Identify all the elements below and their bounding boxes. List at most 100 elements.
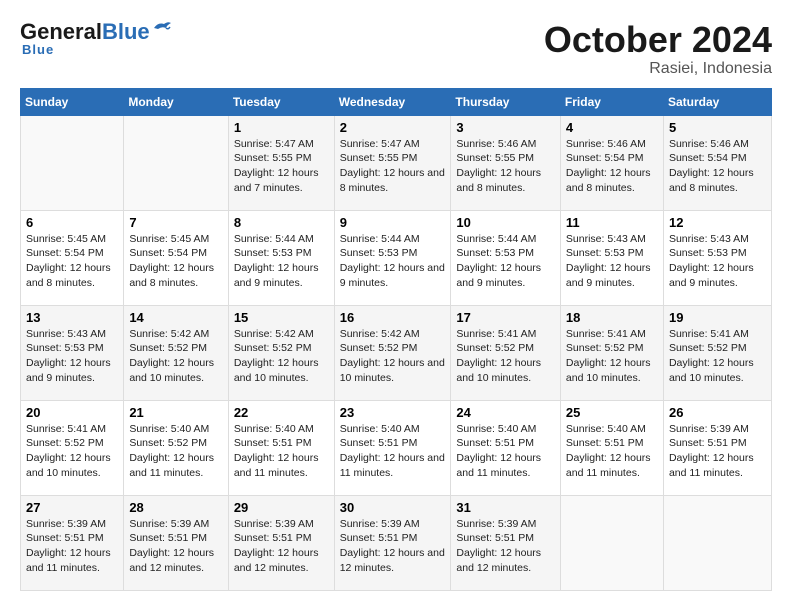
day-info: Sunrise: 5:40 AMSunset: 5:52 PMDaylight:… [129,423,214,479]
logo-general: General [20,19,102,44]
table-row: 19 Sunrise: 5:41 AMSunset: 5:52 PMDaylig… [663,305,771,400]
day-info: Sunrise: 5:47 AMSunset: 5:55 PMDaylight:… [340,138,445,194]
table-row [560,495,663,590]
table-row: 21 Sunrise: 5:40 AMSunset: 5:52 PMDaylig… [124,400,228,495]
day-info: Sunrise: 5:46 AMSunset: 5:55 PMDaylight:… [456,138,541,194]
table-row: 8 Sunrise: 5:44 AMSunset: 5:53 PMDayligh… [228,210,334,305]
table-row: 10 Sunrise: 5:44 AMSunset: 5:53 PMDaylig… [451,210,561,305]
calendar-week-row: 20 Sunrise: 5:41 AMSunset: 5:52 PMDaylig… [21,400,772,495]
day-info: Sunrise: 5:42 AMSunset: 5:52 PMDaylight:… [234,328,319,384]
header-wednesday: Wednesday [334,88,451,115]
day-number: 13 [26,310,118,325]
table-row: 11 Sunrise: 5:43 AMSunset: 5:53 PMDaylig… [560,210,663,305]
table-row: 20 Sunrise: 5:41 AMSunset: 5:52 PMDaylig… [21,400,124,495]
day-info: Sunrise: 5:47 AMSunset: 5:55 PMDaylight:… [234,138,319,194]
table-row: 5 Sunrise: 5:46 AMSunset: 5:54 PMDayligh… [663,115,771,210]
day-info: Sunrise: 5:39 AMSunset: 5:51 PMDaylight:… [129,518,214,574]
day-info: Sunrise: 5:40 AMSunset: 5:51 PMDaylight:… [566,423,651,479]
table-row: 4 Sunrise: 5:46 AMSunset: 5:54 PMDayligh… [560,115,663,210]
day-info: Sunrise: 5:41 AMSunset: 5:52 PMDaylight:… [456,328,541,384]
logo: GeneralBlue Blue [20,20,172,57]
day-info: Sunrise: 5:39 AMSunset: 5:51 PMDaylight:… [26,518,111,574]
day-info: Sunrise: 5:41 AMSunset: 5:52 PMDaylight:… [566,328,651,384]
day-number: 11 [566,215,658,230]
day-number: 30 [340,500,446,515]
day-info: Sunrise: 5:39 AMSunset: 5:51 PMDaylight:… [340,518,445,574]
table-row: 27 Sunrise: 5:39 AMSunset: 5:51 PMDaylig… [21,495,124,590]
day-info: Sunrise: 5:39 AMSunset: 5:51 PMDaylight:… [234,518,319,574]
table-row: 17 Sunrise: 5:41 AMSunset: 5:52 PMDaylig… [451,305,561,400]
table-row: 7 Sunrise: 5:45 AMSunset: 5:54 PMDayligh… [124,210,228,305]
table-row: 22 Sunrise: 5:40 AMSunset: 5:51 PMDaylig… [228,400,334,495]
day-number: 10 [456,215,555,230]
day-info: Sunrise: 5:44 AMSunset: 5:53 PMDaylight:… [456,233,541,289]
day-info: Sunrise: 5:39 AMSunset: 5:51 PMDaylight:… [669,423,754,479]
day-number: 26 [669,405,766,420]
calendar-week-row: 1 Sunrise: 5:47 AMSunset: 5:55 PMDayligh… [21,115,772,210]
header-sunday: Sunday [21,88,124,115]
day-info: Sunrise: 5:40 AMSunset: 5:51 PMDaylight:… [340,423,445,479]
day-info: Sunrise: 5:41 AMSunset: 5:52 PMDaylight:… [669,328,754,384]
day-number: 5 [669,120,766,135]
table-row: 9 Sunrise: 5:44 AMSunset: 5:53 PMDayligh… [334,210,451,305]
day-number: 19 [669,310,766,325]
title-area: October 2024 Rasiei, Indonesia [544,20,772,78]
day-number: 22 [234,405,329,420]
calendar-week-row: 6 Sunrise: 5:45 AMSunset: 5:54 PMDayligh… [21,210,772,305]
table-row: 28 Sunrise: 5:39 AMSunset: 5:51 PMDaylig… [124,495,228,590]
table-row: 13 Sunrise: 5:43 AMSunset: 5:53 PMDaylig… [21,305,124,400]
day-number: 17 [456,310,555,325]
day-number: 31 [456,500,555,515]
header-thursday: Thursday [451,88,561,115]
day-info: Sunrise: 5:42 AMSunset: 5:52 PMDaylight:… [129,328,214,384]
table-row: 30 Sunrise: 5:39 AMSunset: 5:51 PMDaylig… [334,495,451,590]
day-number: 23 [340,405,446,420]
table-row: 29 Sunrise: 5:39 AMSunset: 5:51 PMDaylig… [228,495,334,590]
day-info: Sunrise: 5:44 AMSunset: 5:53 PMDaylight:… [234,233,319,289]
bird-icon [152,20,172,36]
day-info: Sunrise: 5:40 AMSunset: 5:51 PMDaylight:… [456,423,541,479]
logo-line2: Blue [20,42,54,57]
table-row: 6 Sunrise: 5:45 AMSunset: 5:54 PMDayligh… [21,210,124,305]
day-number: 1 [234,120,329,135]
calendar-week-row: 27 Sunrise: 5:39 AMSunset: 5:51 PMDaylig… [21,495,772,590]
day-info: Sunrise: 5:43 AMSunset: 5:53 PMDaylight:… [669,233,754,289]
day-number: 28 [129,500,222,515]
day-info: Sunrise: 5:39 AMSunset: 5:51 PMDaylight:… [456,518,541,574]
header: GeneralBlue Blue October 2024 Rasiei, In… [20,20,772,78]
table-row: 18 Sunrise: 5:41 AMSunset: 5:52 PMDaylig… [560,305,663,400]
day-number: 2 [340,120,446,135]
logo-blue: Blue [102,19,150,44]
day-info: Sunrise: 5:45 AMSunset: 5:54 PMDaylight:… [129,233,214,289]
day-number: 27 [26,500,118,515]
day-info: Sunrise: 5:40 AMSunset: 5:51 PMDaylight:… [234,423,319,479]
day-number: 18 [566,310,658,325]
day-info: Sunrise: 5:43 AMSunset: 5:53 PMDaylight:… [566,233,651,289]
day-info: Sunrise: 5:46 AMSunset: 5:54 PMDaylight:… [566,138,651,194]
table-row: 3 Sunrise: 5:46 AMSunset: 5:55 PMDayligh… [451,115,561,210]
day-info: Sunrise: 5:43 AMSunset: 5:53 PMDaylight:… [26,328,111,384]
header-monday: Monday [124,88,228,115]
day-number: 3 [456,120,555,135]
table-row [21,115,124,210]
day-number: 14 [129,310,222,325]
table-row: 25 Sunrise: 5:40 AMSunset: 5:51 PMDaylig… [560,400,663,495]
day-number: 9 [340,215,446,230]
logo-text: GeneralBlue [20,21,150,43]
day-number: 21 [129,405,222,420]
table-row: 14 Sunrise: 5:42 AMSunset: 5:52 PMDaylig… [124,305,228,400]
header-tuesday: Tuesday [228,88,334,115]
calendar-table: Sunday Monday Tuesday Wednesday Thursday… [20,88,772,591]
day-number: 15 [234,310,329,325]
day-info: Sunrise: 5:44 AMSunset: 5:53 PMDaylight:… [340,233,445,289]
day-number: 24 [456,405,555,420]
header-friday: Friday [560,88,663,115]
day-info: Sunrise: 5:41 AMSunset: 5:52 PMDaylight:… [26,423,111,479]
header-saturday: Saturday [663,88,771,115]
day-number: 7 [129,215,222,230]
table-row: 23 Sunrise: 5:40 AMSunset: 5:51 PMDaylig… [334,400,451,495]
table-row [124,115,228,210]
table-row: 2 Sunrise: 5:47 AMSunset: 5:55 PMDayligh… [334,115,451,210]
day-number: 8 [234,215,329,230]
day-number: 6 [26,215,118,230]
